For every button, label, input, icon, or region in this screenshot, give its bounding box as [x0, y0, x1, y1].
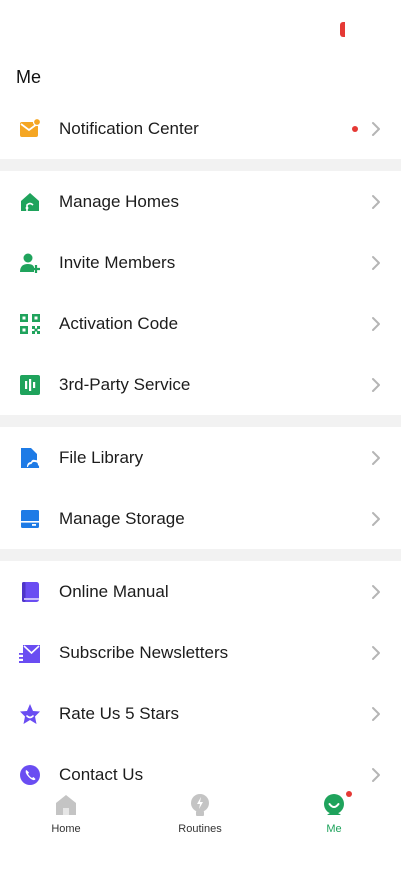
- menu-item-rate-us[interactable]: Rate Us 5 Stars: [0, 683, 401, 744]
- star-icon: [19, 703, 41, 725]
- menu-item-manage-storage[interactable]: Manage Storage: [0, 488, 401, 549]
- tab-me[interactable]: Me: [294, 791, 374, 835]
- add-member-icon: [19, 252, 41, 274]
- newsletter-icon: [19, 642, 41, 664]
- storage-icon: [19, 508, 41, 530]
- page-title: Me: [16, 67, 42, 87]
- menu-item-label: 3rd-Party Service: [59, 374, 191, 394]
- chevron-right-icon: [371, 377, 381, 393]
- tab-label: Routines: [178, 823, 222, 835]
- menu-item-third-party-service[interactable]: 3rd-Party Service: [0, 354, 401, 415]
- qr-code-icon: [19, 313, 41, 335]
- menu-item-label: Manage Homes: [59, 191, 180, 211]
- home-tab-icon: [54, 793, 78, 817]
- chevron-right-icon: [371, 511, 381, 527]
- bottom-tab-bar: Home Routines Me: [0, 785, 401, 869]
- chevron-right-icon: [371, 645, 381, 661]
- section-divider: [0, 159, 401, 171]
- chevron-right-icon: [371, 584, 381, 600]
- chevron-right-icon: [371, 450, 381, 466]
- notification-dot: [346, 791, 352, 797]
- chevron-right-icon: [371, 255, 381, 271]
- mail-icon: [19, 117, 41, 140]
- home-icon: [19, 191, 41, 213]
- menu-item-notification-center[interactable]: Notification Center: [0, 98, 401, 159]
- menu-item-label: Subscribe Newsletters: [59, 642, 229, 662]
- chevron-right-icon: [371, 706, 381, 722]
- menu-item-label: Contact Us: [59, 764, 144, 784]
- service-icon: [19, 374, 41, 396]
- status-indicator: [340, 22, 345, 37]
- chevron-right-icon: [371, 121, 381, 137]
- chevron-right-icon: [371, 194, 381, 210]
- tab-routines[interactable]: Routines: [160, 793, 240, 835]
- routines-tab-icon: [188, 793, 212, 817]
- menu-item-label: File Library: [59, 447, 144, 467]
- book-icon: [19, 581, 41, 603]
- tab-label: Me: [326, 823, 342, 835]
- menu-item-label: Online Manual: [59, 581, 169, 601]
- chevron-right-icon: [371, 767, 381, 783]
- me-tab-icon: [322, 791, 352, 817]
- section-divider: [0, 549, 401, 561]
- menu-item-label: Invite Members: [59, 252, 176, 272]
- unread-badge: [352, 125, 358, 132]
- menu-item-file-library[interactable]: File Library: [0, 427, 401, 488]
- menu-item-online-manual[interactable]: Online Manual: [0, 561, 401, 622]
- cloud-file-icon: [19, 447, 41, 469]
- menu-item-label: Activation Code: [59, 313, 179, 333]
- section-divider: [0, 415, 401, 427]
- menu-item-subscribe-newsletters[interactable]: Subscribe Newsletters: [0, 622, 401, 683]
- menu-item-invite-members[interactable]: Invite Members: [0, 232, 401, 293]
- phone-icon: [19, 764, 41, 786]
- settings-menu: Notification Center Manage Homes Invite …: [0, 98, 401, 805]
- menu-item-label: Rate Us 5 Stars: [59, 703, 179, 723]
- menu-item-activation-code[interactable]: Activation Code: [0, 293, 401, 354]
- tab-home[interactable]: Home: [26, 793, 106, 835]
- menu-item-label: Manage Storage: [59, 508, 185, 528]
- tab-label: Home: [51, 823, 81, 835]
- menu-item-manage-homes[interactable]: Manage Homes: [0, 171, 401, 232]
- chevron-right-icon: [371, 316, 381, 332]
- menu-item-label: Notification Center: [59, 118, 199, 138]
